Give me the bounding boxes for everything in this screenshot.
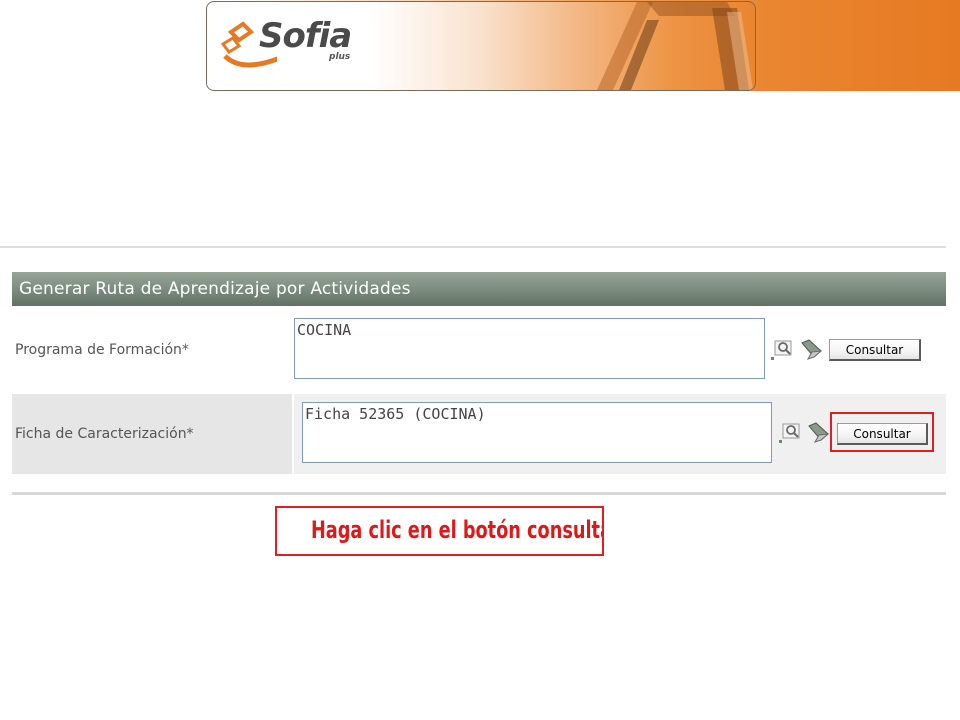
ficha-field[interactable]: Ficha 52365 (COCINA) [302,402,772,463]
callout-text: Haga clic en el botón consultar [310,516,604,544]
highlight-box [830,412,934,452]
instruction-callout: Haga clic en el botón consultar [275,506,604,556]
form-title: Generar Ruta de Aprendizaje por Activida… [12,272,946,306]
consultar-programa-button[interactable]: Consultar [829,339,921,361]
divider-top [0,246,946,248]
row-separator [292,394,294,474]
ficha-label: Ficha de Caracterización* [12,394,292,474]
logo-subtext: plus [329,52,351,62]
logo-frame: Sofia plus [206,1,756,91]
programa-label: Programa de Formación* [15,342,189,358]
eraser-icon[interactable] [799,337,823,361]
eraser-icon[interactable] [806,420,830,444]
magnifier-icon[interactable] [778,421,802,445]
logo-text: Sofia [259,16,352,56]
divider-bottom [12,492,946,495]
magnifier-icon[interactable] [770,338,794,362]
programa-field[interactable]: COCINA [294,318,765,379]
